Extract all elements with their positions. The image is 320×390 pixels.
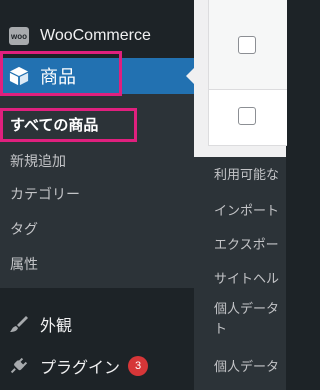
table-row [209, 90, 287, 146]
tools-site-health[interactable]: サイトヘル [214, 268, 279, 287]
submenu-categories[interactable]: カテゴリー [10, 184, 80, 204]
submenu-tags[interactable]: タグ [10, 219, 38, 239]
menu-plugins[interactable]: プラグイン 3 [0, 348, 194, 384]
plugins-update-badge: 3 [128, 356, 149, 376]
table-row [209, 0, 287, 90]
products-list-area [194, 0, 287, 157]
paintbrush-icon [9, 314, 29, 334]
row-checkbox[interactable] [238, 36, 256, 54]
current-menu-arrow [186, 67, 195, 85]
submenu-attributes[interactable]: 属性 [10, 254, 38, 274]
menu-woocommerce[interactable]: woo WooCommerce [0, 18, 194, 54]
menu-woocommerce-label: WooCommerce [40, 27, 151, 44]
tools-available-tools[interactable]: 利用可能な [214, 164, 279, 183]
menu-products-label: 商品 [40, 67, 76, 88]
menu-appearance-label: 外観 [40, 316, 73, 335]
menu-plugins-label: プラグイン [40, 358, 121, 377]
woocommerce-logo-icon: woo [9, 26, 29, 46]
products-table [208, 0, 287, 146]
submenu-add-new[interactable]: 新規追加 [10, 151, 66, 171]
tools-export[interactable]: エクスポー [214, 234, 279, 253]
row-checkbox[interactable] [238, 107, 256, 125]
submenu-all-products[interactable]: すべての商品 [10, 114, 98, 135]
admin-sidebar: woo WooCommerce 商品 すべての商品 新規追加 カテゴリー タグ … [0, 0, 194, 390]
tools-flyout-menu: 利用可能な インポート エクスポー サイトヘル 個人データ ト 個人データ [194, 157, 286, 390]
box-icon [9, 66, 29, 86]
products-submenu: すべての商品 新規追加 カテゴリー タグ 属性 [0, 94, 194, 288]
tools-export-personal-data[interactable]: 個人データ ト [214, 300, 282, 340]
menu-appearance[interactable]: 外観 [0, 306, 194, 342]
tools-import[interactable]: インポート [214, 200, 279, 219]
plugin-icon [9, 356, 29, 376]
menu-products[interactable]: 商品 [0, 58, 194, 94]
tools-erase-personal-data[interactable]: 個人データ [214, 356, 279, 375]
